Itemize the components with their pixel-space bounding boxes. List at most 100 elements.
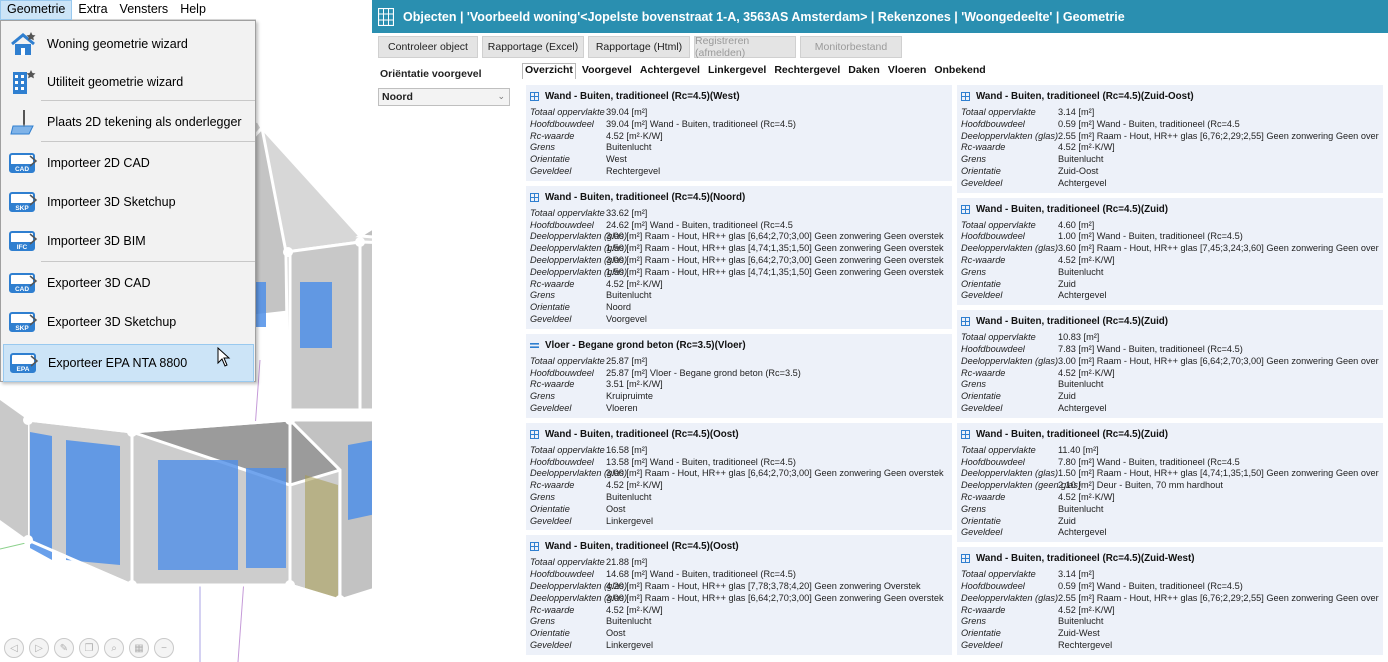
property-key: Orientatie xyxy=(961,278,1001,289)
menu-item-label: Plaats 2D tekening als onderlegger xyxy=(47,115,242,129)
property-key: Grens xyxy=(530,290,556,301)
card-header[interactable]: Vloer - Begane grond beton (Rc=3.5)(Vloe… xyxy=(530,338,948,353)
card-title: Wand - Buiten, traditioneel (Rc=4.5)(Zui… xyxy=(976,553,1195,565)
property-value: Zuid-Oost xyxy=(1058,165,1099,176)
import-ifc-icon: IFC xyxy=(3,226,43,256)
menu-extra[interactable]: Extra xyxy=(72,0,113,20)
property-key: Rc-waarde xyxy=(961,604,1006,615)
menu-item-export-skp[interactable]: SKP Exporteer 3D Sketchup xyxy=(3,303,254,341)
property-value: Buitenlucht xyxy=(1058,503,1104,514)
property-row: Grens Buitenlucht xyxy=(530,616,948,628)
copy-icon[interactable]: ❐ xyxy=(79,638,99,658)
property-value: Achtergevel xyxy=(1058,527,1107,538)
menu-item-building-star[interactable]: Utiliteit geometrie wizard xyxy=(3,63,254,101)
chevron-down-icon: ⌄ xyxy=(497,91,505,101)
property-row: Hoofdbouwdeel 1.00 [m²] Wand - Buiten, tr… xyxy=(961,231,1379,243)
property-value: Kruipruimte xyxy=(606,391,653,402)
orientation-panel: Oriëntatie voorgevel Noord ⌄ xyxy=(378,64,514,106)
pen-icon[interactable]: ✎ xyxy=(54,638,74,658)
registreren-button[interactable]: Registreren (afmelden) xyxy=(694,35,796,59)
property-key: Grens xyxy=(530,491,556,502)
property-key: Grens xyxy=(961,379,987,390)
nav-forward-icon[interactable]: ▷ xyxy=(29,638,49,658)
property-row: Hoofdbouwdeel 25.87 [m²] Vloer - Begane g… xyxy=(530,368,948,380)
menu-item-import-cad[interactable]: CAD Importeer 2D CAD xyxy=(3,144,254,182)
property-row: Grens Buitenlucht xyxy=(961,616,1379,628)
property-row: Totaal oppervlakte 33.62 [m²] xyxy=(530,208,948,220)
geometrie-dropdown-menu: Woning geometrie wizard Utiliteit geometr… xyxy=(0,20,256,382)
menu-vensters[interactable]: Vensters xyxy=(114,0,175,20)
property-value: 39.04 [m²] xyxy=(606,107,648,117)
wall-icon xyxy=(530,542,539,552)
wall-icon xyxy=(530,92,539,101)
property-row: Totaal oppervlakte 16.58 [m²] xyxy=(530,445,948,457)
property-key: Orientatie xyxy=(961,165,1001,176)
card-header[interactable]: Wand - Buiten, traditioneel (Rc=4.5)(Zui… xyxy=(961,427,1379,442)
tab-daken[interactable]: Daken xyxy=(846,63,882,79)
menu-item-import-skp[interactable]: SKP Importeer 3D Sketchup xyxy=(3,183,254,221)
tab-overzicht[interactable]: Overzicht xyxy=(522,63,576,79)
construction-card: Wand - Buiten, traditioneel (Rc=4.5)(Oos… xyxy=(526,535,952,655)
tab-achtergevel[interactable]: Achtergevel xyxy=(638,63,702,79)
tab-onbekend[interactable]: Onbekend xyxy=(932,63,987,79)
property-value: Voorgevel xyxy=(606,313,647,324)
tab-voorgevel[interactable]: Voorgevel xyxy=(580,63,634,79)
menu-item-label: Exporteer EPA NTA 8800 xyxy=(48,356,188,370)
card-header[interactable]: Wand - Buiten, traditioneel (Rc=4.5)(Zui… xyxy=(961,314,1379,329)
property-key: Totaal oppervlakte xyxy=(961,332,1036,343)
card-header[interactable]: Wand - Buiten, traditioneel (Rc=4.5)(Oos… xyxy=(530,539,948,554)
property-key: Deeloppervlakten (glas) xyxy=(530,243,628,254)
tab-linkergevel[interactable]: Linkergevel xyxy=(706,63,768,79)
rapportage-html-button[interactable]: Rapportage (Html) xyxy=(588,36,690,58)
overview-column-left: Wand - Buiten, traditioneel (Rc=4.5)(Wes… xyxy=(526,85,952,660)
property-row: Orientatie Oost xyxy=(530,628,948,640)
menu-help[interactable]: Help xyxy=(174,0,212,20)
property-row: Grens Kruipruimte xyxy=(530,391,948,403)
objects-panel: Objecten | 'Voorbeeld woning'<Jopelste b… xyxy=(372,0,1388,662)
property-value: 4.60 [m²] xyxy=(1058,219,1095,230)
nav-back-icon[interactable]: ◁ xyxy=(4,638,24,658)
menu-item-export-cad[interactable]: CAD Exporteer 3D CAD xyxy=(3,264,254,302)
property-row: Rc-waarde 4.52 [m²·K/W] xyxy=(961,255,1379,267)
tab-vloeren[interactable]: Vloeren xyxy=(886,63,929,79)
card-header[interactable]: Wand - Buiten, traditioneel (Rc=4.5)(Noo… xyxy=(530,190,948,205)
menu-geometrie[interactable]: Geometrie xyxy=(0,0,73,20)
tab-rechtergevel[interactable]: Rechtergevel xyxy=(772,63,842,79)
card-header[interactable]: Wand - Buiten, traditioneel (Rc=4.5)(Zui… xyxy=(961,551,1379,566)
property-value: 10.83 [m²] xyxy=(1058,332,1100,343)
property-key: Rc-waarde xyxy=(530,379,575,390)
property-value: 13.58 [m²] Wand - Buiten, traditioneel (… xyxy=(606,456,796,467)
property-value: Achtergevel xyxy=(1058,402,1107,413)
wall-icon xyxy=(961,92,970,101)
wall-icon xyxy=(961,554,970,564)
minus-icon[interactable]: − xyxy=(154,638,174,658)
construction-card: Wand - Buiten, traditioneel (Rc=4.5)(Zui… xyxy=(957,422,1383,543)
card-header[interactable]: Wand - Buiten, traditioneel (Rc=4.5)(Wes… xyxy=(530,89,948,104)
property-row: Deeloppervlakten (glas) 2.55 [m²] Raam - … xyxy=(961,593,1379,605)
menu-item-house-star[interactable]: Woning geometrie wizard xyxy=(3,25,254,63)
grid-icon[interactable]: ▦ xyxy=(129,638,149,658)
card-header[interactable]: Wand - Buiten, traditioneel (Rc=4.5)(Zui… xyxy=(961,89,1379,104)
property-value: Rechtergevel xyxy=(1058,639,1113,650)
property-row: Geveldeel Rechtergevel xyxy=(530,166,948,178)
property-value: 4.52 [m²·K/W] xyxy=(1058,254,1115,265)
controleer-object-button[interactable]: Controleer object xyxy=(378,36,478,58)
property-key: Orientatie xyxy=(961,391,1001,402)
property-value: Buitenlucht xyxy=(606,616,652,627)
monitorbestand-button[interactable]: Monitorbestand xyxy=(800,36,902,58)
orientation-select[interactable]: Noord ⌄ xyxy=(378,88,510,106)
property-key: Geveldeel xyxy=(530,402,572,413)
property-row: Grens Buitenlucht xyxy=(961,267,1379,279)
mouse-cursor-icon xyxy=(217,347,231,367)
property-row: Geveldeel Achtergevel xyxy=(961,290,1379,302)
property-row: Orientatie Zuid xyxy=(961,279,1379,291)
property-key: Geveldeel xyxy=(961,177,1003,188)
property-value: Oost xyxy=(606,628,626,639)
rapportage-excel-button[interactable]: Rapportage (Excel) xyxy=(482,36,584,58)
card-header[interactable]: Wand - Buiten, traditioneel (Rc=4.5)(Oos… xyxy=(530,427,948,442)
menu-item-drawing-pen[interactable]: Plaats 2D tekening als onderlegger xyxy=(3,103,254,141)
property-row: Deeloppervlakten (glas) 3.00 [m²] Raam - … xyxy=(530,231,948,243)
menu-item-import-ifc[interactable]: IFC Importeer 3D BIM xyxy=(3,222,254,260)
zoom-icon[interactable]: ⌕ xyxy=(104,638,124,658)
card-header[interactable]: Wand - Buiten, traditioneel (Rc=4.5)(Zui… xyxy=(961,202,1379,217)
